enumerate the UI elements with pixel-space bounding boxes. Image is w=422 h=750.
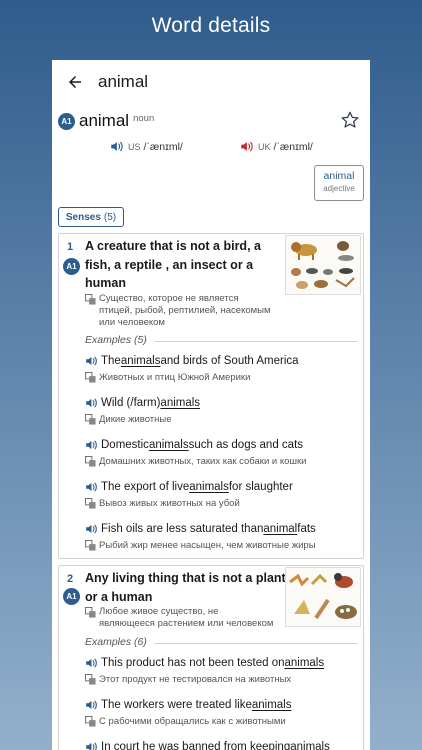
examples-header[interactable]: Examples (6) [85, 636, 147, 648]
example-highlight[interactable]: animals [290, 741, 330, 750]
example-item: The animals and birds of South America Ж… [85, 353, 357, 383]
example-translation: Животных и птиц Южной Америки [99, 372, 251, 383]
translate-icon [85, 414, 96, 425]
level-badge: A1 [58, 112, 75, 130]
example-translation: Рыбий жир менее насыщен, чем животные жи… [99, 540, 316, 551]
app-bar: animal [52, 60, 370, 104]
example-item: This product has not been tested on anim… [85, 655, 357, 685]
example-translation: С рабочими обращались как с животными [99, 716, 286, 727]
translate-icon [85, 607, 96, 618]
speaker-icon[interactable] [85, 481, 99, 493]
example-item: Domestic animals such as dogs and cats Д… [85, 437, 357, 467]
sense-translation: Любое живое существо, не являющееся раст… [99, 606, 274, 629]
ipa: /ˈænɪml/ [273, 140, 313, 153]
example-highlight[interactable]: animals [252, 699, 292, 711]
example-highlight[interactable]: animal [263, 523, 297, 535]
sense-illustration [285, 235, 361, 295]
related-word: animal [323, 170, 355, 182]
pronunciation-us[interactable]: US /ˈænɪml/ [110, 140, 183, 153]
example-highlight[interactable]: animals [121, 355, 161, 367]
example-item: The export of live animals for slaughter… [85, 479, 357, 509]
translate-icon [85, 674, 96, 685]
speaker-icon[interactable] [85, 523, 99, 535]
pronunciation-uk[interactable]: UK /ˈænɪml/ [240, 140, 313, 153]
speaker-icon[interactable] [85, 397, 99, 409]
example-item: Fish oils are less saturated than animal… [85, 521, 357, 551]
app-screen: animal A1 animal noun US /ˈænɪml/ UK /ˈæ… [52, 60, 370, 750]
examples-header[interactable]: Examples (5) [85, 334, 147, 346]
speaker-icon[interactable] [85, 657, 99, 669]
headword-row: A1 animal noun [58, 110, 362, 132]
example-item: In court he was banned from keeping anim… [85, 739, 357, 750]
example-highlight[interactable]: animals [160, 397, 200, 409]
part-of-speech: noun [133, 112, 155, 124]
sense-illustration [285, 567, 361, 627]
sense-number: 1 [67, 241, 74, 253]
sense-card: 1 A1 A creature that is not a bird, a fi… [58, 233, 364, 559]
level-badge: A1 [63, 258, 80, 275]
level-badge: A1 [63, 588, 80, 605]
speaker-icon[interactable] [110, 140, 125, 153]
translate-icon [85, 372, 96, 383]
speaker-icon[interactable] [85, 439, 99, 451]
example-highlight[interactable]: animals [189, 481, 229, 493]
hero-title: Word details [151, 14, 271, 37]
example-translation: Вывоз живых животных на убой [99, 498, 240, 509]
translate-icon [85, 294, 96, 305]
speaker-icon[interactable] [85, 355, 99, 367]
divider [155, 341, 357, 342]
example-highlight[interactable]: animals [149, 439, 189, 451]
back-arrow-icon[interactable] [66, 73, 84, 91]
senses-count: (5) [103, 211, 117, 223]
ipa: /ˈænɪml/ [143, 140, 183, 153]
example-item: Wild (/farm) animals Дикие животные [85, 395, 357, 425]
sense-translation: Существо, которое не является птицей, ры… [99, 293, 271, 328]
translate-icon [85, 456, 96, 467]
example-translation: Дикие животные [99, 414, 172, 425]
related-word-chip[interactable]: animal adjective [314, 165, 364, 201]
example-highlight[interactable]: animals [284, 657, 324, 669]
sense-card: 2 A1 Any living thing that is not a plan… [58, 565, 364, 750]
pronunciations: US /ˈænɪml/ UK /ˈænɪml/ [110, 140, 360, 156]
headword: animal [79, 111, 130, 130]
speaker-icon[interactable] [85, 741, 99, 750]
sense-definition: A creature that is not a bird, a fish, a… [85, 239, 261, 290]
speaker-icon[interactable] [85, 699, 99, 711]
star-icon[interactable] [340, 110, 360, 130]
speaker-icon[interactable] [240, 140, 255, 153]
related-pos: adjective [323, 184, 355, 193]
region-label: UK [258, 141, 271, 152]
example-item: The workers were treated like animals С … [85, 697, 357, 727]
translate-icon [85, 716, 96, 727]
example-translation: Домашних животных, таких как собаки и ко… [99, 456, 307, 467]
translate-icon [85, 498, 96, 509]
example-translation: Этот продукт не тестировался на животных [99, 674, 292, 685]
region-label: US [128, 141, 141, 152]
divider [155, 643, 357, 644]
sense-definition: Any living thing that is not a plant or … [85, 571, 286, 604]
senses-label: Senses [65, 211, 101, 223]
translate-icon [85, 540, 96, 551]
sense-number: 2 [67, 573, 74, 585]
appbar-title: animal [98, 72, 149, 91]
senses-tab[interactable]: Senses (5) [58, 207, 124, 227]
